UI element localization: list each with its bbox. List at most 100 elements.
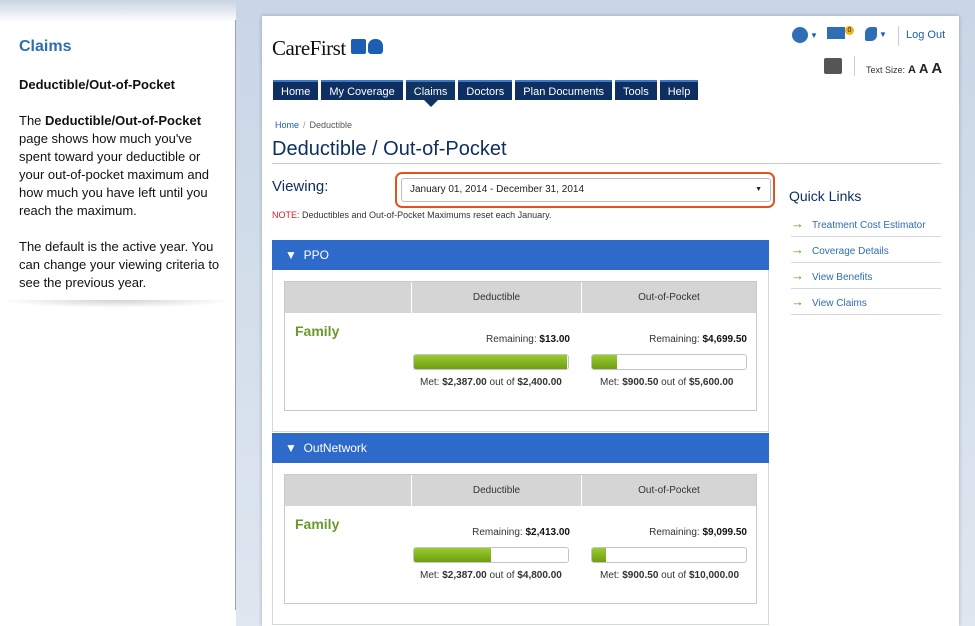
oop-progress-bar (591, 547, 747, 563)
mail-count-badge: 0 (845, 26, 854, 35)
plan-section-ppo: ▼ PPO Deductible Out-of-Pocket Family Re… (272, 240, 769, 432)
column-header-out-of-pocket: Out-of-Pocket (581, 475, 756, 506)
accumulator-table: Deductible Out-of-Pocket Family Remainin… (284, 474, 757, 604)
main-nav: Home My Coverage Claims Doctors Plan Doc… (273, 80, 699, 107)
oop-progress-bar (591, 354, 747, 370)
nav-doctors[interactable]: Doctors (458, 80, 513, 100)
page-title: Deductible / Out-of-Pocket (272, 138, 507, 160)
logout-link[interactable]: Log Out (906, 29, 945, 49)
tutorial-panel: Claims Deductible/Out-of-Pocket The Dedu… (0, 0, 236, 626)
breadcrumb: Home / Deductible (275, 120, 352, 130)
vertical-divider (235, 20, 236, 610)
quick-link-label: View Claims (812, 298, 867, 309)
tutorial-paragraph-1: The Deductible/Out-of-Pocket page shows … (19, 112, 224, 220)
text-size-large[interactable]: A (931, 60, 942, 77)
quick-link-view-claims[interactable]: → View Claims (791, 289, 941, 315)
gear-icon (792, 27, 808, 43)
nav-tools[interactable]: Tools (615, 80, 657, 100)
column-header-deductible: Deductible (411, 475, 581, 506)
deductible-remaining: Remaining: $2,413.00 (472, 527, 570, 538)
collapse-triangle-icon: ▼ (285, 248, 297, 262)
phone-icon (865, 27, 877, 41)
messages-button[interactable] (827, 27, 845, 47)
text-size-medium[interactable]: A (919, 61, 928, 76)
nav-claims[interactable]: Claims (405, 80, 456, 107)
breadcrumb-current: Deductible (309, 120, 353, 130)
print-icon[interactable] (824, 58, 842, 74)
tutorial-subtitle: Deductible/Out-of-Pocket (19, 77, 176, 92)
deductible-progress-bar (413, 547, 569, 563)
plan-name: OutNetwork (303, 441, 367, 455)
util-divider (854, 56, 855, 76)
arrow-right-icon: → (791, 242, 804, 257)
oop-remaining: Remaining: $9,099.50 (649, 527, 747, 538)
chevron-down-icon: ▼ (879, 29, 887, 39)
tutorial-shadow (0, 300, 236, 308)
carefirst-logo[interactable]: CareFirst (272, 36, 346, 61)
nav-home[interactable]: Home (273, 80, 319, 100)
oop-met: Met: $900.50 out of $5,600.00 (600, 377, 734, 388)
nav-my-coverage[interactable]: My Coverage (321, 80, 403, 100)
arrow-right-icon: → (791, 268, 804, 283)
deductible-met: Met: $2,387.00 out of $2,400.00 (420, 377, 562, 388)
reset-note: NOTE: Deductibles and Out-of-Pocket Maxi… (272, 210, 551, 220)
tutorial-text: The (19, 113, 46, 128)
tutorial-title: Claims (19, 38, 72, 55)
dropdown-arrow-icon: ▼ (755, 186, 762, 193)
oop-remaining: Remaining: $4,699.50 (649, 334, 747, 345)
note-label: NOTE: (272, 210, 300, 220)
arrow-right-icon: → (791, 294, 804, 309)
title-divider (272, 163, 941, 164)
text-size-small[interactable]: A (908, 64, 916, 76)
quick-link-label: View Benefits (812, 272, 873, 283)
oop-met: Met: $900.50 out of $10,000.00 (600, 570, 740, 581)
plan-body: Deductible Out-of-Pocket Family Remainin… (272, 463, 769, 625)
plan-body: Deductible Out-of-Pocket Family Remainin… (272, 270, 769, 432)
quick-link-view-benefits[interactable]: → View Benefits (791, 263, 941, 289)
progress-fill (414, 548, 491, 562)
member-label: Family (295, 323, 340, 339)
mail-icon (827, 27, 845, 40)
viewing-label: Viewing: (272, 178, 329, 195)
breadcrumb-separator: / (303, 120, 306, 130)
text-size-label: Text Size: (866, 65, 906, 75)
deductible-met: Met: $2,387.00 out of $4,800.00 (420, 570, 562, 581)
nav-help[interactable]: Help (659, 80, 699, 100)
util-divider (898, 26, 899, 46)
member-label: Family (295, 516, 340, 532)
plan-section-outnetwork: ▼ OutNetwork Deductible Out-of-Pocket Fa… (272, 433, 769, 625)
viewing-period-select[interactable]: January 01, 2014 - December 31, 2014 ▼ (401, 178, 771, 202)
quick-links-title: Quick Links (789, 188, 862, 204)
quick-link-coverage-details[interactable]: → Coverage Details (791, 237, 941, 263)
tutorial-top-band (0, 0, 236, 22)
note-text: Deductibles and Out-of-Pocket Maximums r… (299, 210, 552, 220)
text-size-control: Text Size: A A A (866, 60, 942, 77)
progress-fill (592, 355, 617, 369)
breadcrumb-home[interactable]: Home (275, 120, 299, 130)
deductible-progress-bar (413, 354, 569, 370)
bcbs-logo-icon (351, 39, 385, 55)
carefirst-page: CareFirst ▼ 0 ▼ Log Out Text Size: A A A Ho… (262, 16, 959, 626)
column-header-out-of-pocket: Out-of-Pocket (581, 282, 756, 313)
deductible-remaining: Remaining: $13.00 (486, 334, 570, 345)
nav-plan-documents[interactable]: Plan Documents (515, 80, 613, 100)
quick-link-treatment-cost-estimator[interactable]: → Treatment Cost Estimator (791, 211, 941, 237)
progress-fill (414, 355, 568, 369)
plan-name: PPO (303, 248, 329, 262)
viewing-period-value: January 01, 2014 - December 31, 2014 (410, 184, 584, 195)
tutorial-text: page shows how much you've spent toward … (19, 131, 210, 218)
progress-fill (592, 548, 606, 562)
tutorial-paragraph-2: The default is the active year. You can … (19, 239, 220, 290)
tutorial-bold-term: Deductible/Out-of-Pocket (45, 113, 202, 128)
plan-header[interactable]: ▼ PPO (272, 240, 769, 270)
accumulator-table: Deductible Out-of-Pocket Family Remainin… (284, 281, 757, 411)
plan-header[interactable]: ▼ OutNetwork (272, 433, 769, 463)
settings-menu[interactable]: ▼ (792, 27, 818, 47)
quick-link-label: Coverage Details (812, 246, 889, 257)
arrow-right-icon: → (791, 216, 804, 231)
contact-menu[interactable]: ▼ (865, 27, 887, 47)
chevron-down-icon: ▼ (810, 30, 818, 40)
column-header-deductible: Deductible (411, 282, 581, 313)
quick-link-label: Treatment Cost Estimator (812, 220, 926, 231)
collapse-triangle-icon: ▼ (285, 441, 297, 455)
